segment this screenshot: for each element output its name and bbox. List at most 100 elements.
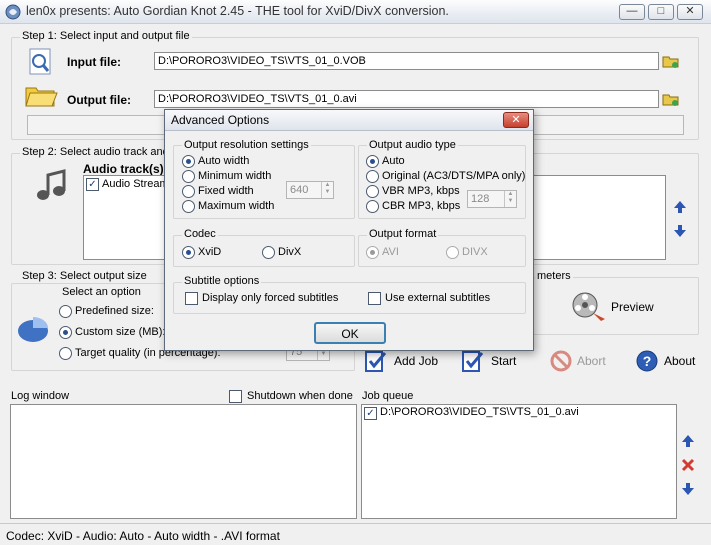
add-job-icon[interactable] bbox=[364, 349, 388, 373]
step1-label: Step 1: Select input and output file bbox=[20, 30, 192, 42]
app-icon bbox=[4, 3, 22, 21]
log-window-label: Log window bbox=[11, 390, 70, 402]
job-item-checkbox[interactable]: ✓ bbox=[364, 407, 377, 420]
dialog-title: Advanced Options bbox=[171, 113, 270, 127]
window-title: len0x presents: Auto Gordian Knot 2.45 -… bbox=[26, 4, 449, 18]
select-option-label: Select an option bbox=[62, 286, 141, 298]
status-text: Codec: XviD - Audio: Auto - Auto width -… bbox=[6, 529, 280, 543]
audio-tracks-list-right[interactable] bbox=[533, 175, 666, 260]
browse-output-folder-icon[interactable] bbox=[662, 90, 680, 108]
about-icon[interactable]: ? bbox=[635, 349, 659, 373]
audio-auto-radio[interactable] bbox=[366, 155, 379, 168]
preview-label[interactable]: Preview bbox=[611, 300, 654, 314]
output-folder-icon bbox=[24, 79, 58, 109]
spin-arrows-icon[interactable]: ▲▼ bbox=[321, 182, 333, 198]
input-file-icon bbox=[26, 47, 56, 77]
audio-vbr-label: VBR MP3, kbps bbox=[382, 185, 460, 197]
fixed-width-spin[interactable]: 640 ▲ ▼ bbox=[286, 181, 334, 199]
codec-divx-radio[interactable] bbox=[262, 246, 275, 259]
dialog-title-bar: Advanced Options ✕ bbox=[165, 110, 533, 131]
fixed-width-label: Fixed width bbox=[198, 185, 254, 197]
job-item[interactable]: D:\PORORO3\VIDEO_TS\VTS_01_0.avi bbox=[380, 406, 579, 418]
move-down-icon[interactable] bbox=[672, 223, 688, 239]
format-avi-radio[interactable] bbox=[366, 246, 379, 259]
cbr-kbps-value: 128 bbox=[471, 193, 490, 205]
output-format-label: Output format bbox=[367, 228, 439, 240]
abort-label[interactable]: Abort bbox=[577, 354, 606, 368]
shutdown-label: Shutdown when done bbox=[247, 390, 353, 402]
custom-size-radio[interactable] bbox=[59, 326, 72, 339]
audio-stream-label: Audio Stream bbox=[102, 178, 169, 190]
abort-icon[interactable] bbox=[549, 349, 573, 373]
format-avi-label: AVI bbox=[382, 246, 399, 258]
custom-size-label: Custom size (MB): bbox=[75, 326, 166, 338]
step4-label: meters bbox=[535, 270, 573, 282]
step3-label: Step 3: Select output size bbox=[20, 270, 149, 282]
status-bar: Codec: XviD - Audio: Auto - Auto width -… bbox=[0, 523, 711, 545]
shutdown-checkbox[interactable] bbox=[229, 390, 242, 403]
external-subtitles-label: Use external subtitles bbox=[385, 292, 491, 304]
job-queue-list[interactable] bbox=[361, 404, 677, 519]
add-job-label[interactable]: Add Job bbox=[394, 354, 438, 368]
audio-auto-label: Auto bbox=[382, 155, 405, 167]
film-reel-icon[interactable] bbox=[571, 289, 607, 323]
step2-label: Step 2: Select audio track and bbox=[20, 146, 171, 158]
codec-divx-label: DivX bbox=[278, 246, 302, 258]
format-divx-radio[interactable] bbox=[446, 246, 459, 259]
audio-stream-checkbox[interactable]: ✓ bbox=[86, 178, 99, 191]
forced-subtitles-checkbox[interactable] bbox=[185, 292, 198, 305]
audio-cbr-radio[interactable] bbox=[366, 200, 379, 213]
maximum-width-label: Maximum width bbox=[198, 200, 275, 212]
audio-type-label: Output audio type bbox=[367, 139, 458, 151]
ok-button[interactable]: OK bbox=[314, 322, 386, 344]
target-quality-radio[interactable] bbox=[59, 347, 72, 360]
cbr-kbps-spin[interactable]: 128 ▲ ▼ bbox=[467, 190, 517, 208]
job-queue-label: Job queue bbox=[362, 390, 414, 402]
codec-label: Codec bbox=[182, 228, 218, 240]
output-file-field[interactable]: D:\PORORO3\VIDEO_TS\VTS_01_0.avi bbox=[154, 90, 659, 108]
advanced-options-dialog: Advanced Options ✕ Output resolution set… bbox=[164, 109, 534, 351]
maximize-button[interactable]: □ bbox=[648, 4, 674, 20]
start-icon[interactable] bbox=[461, 349, 485, 373]
maximum-width-radio[interactable] bbox=[182, 200, 195, 213]
minimize-button[interactable]: — bbox=[619, 4, 645, 20]
input-file-field[interactable]: D:\PORORO3\VIDEO_TS\VTS_01_0.VOB bbox=[154, 52, 659, 70]
audio-original-radio[interactable] bbox=[366, 170, 379, 183]
queue-up-icon[interactable] bbox=[680, 433, 696, 449]
close-button[interactable]: ✕ bbox=[677, 4, 703, 20]
about-label[interactable]: About bbox=[664, 354, 695, 368]
subtitle-label: Subtitle options bbox=[182, 275, 262, 287]
svg-text:?: ? bbox=[643, 353, 652, 369]
auto-width-radio[interactable] bbox=[182, 155, 195, 168]
input-file-label: Input file: bbox=[67, 55, 121, 69]
audio-vbr-radio[interactable] bbox=[366, 185, 379, 198]
queue-delete-icon[interactable] bbox=[680, 457, 696, 473]
external-subtitles-checkbox[interactable] bbox=[368, 292, 381, 305]
forced-subtitles-label: Display only forced subtitles bbox=[202, 292, 339, 304]
output-file-label: Output file: bbox=[67, 93, 131, 107]
auto-width-label: Auto width bbox=[198, 155, 250, 167]
format-divx-label: DIVX bbox=[462, 246, 488, 258]
codec-xvid-label: XviD bbox=[198, 246, 222, 258]
codec-xvid-radio[interactable] bbox=[182, 246, 195, 259]
audio-cbr-label: CBR MP3, kbps bbox=[382, 200, 461, 212]
fixed-width-radio[interactable] bbox=[182, 185, 195, 198]
move-up-icon[interactable] bbox=[672, 199, 688, 215]
queue-down-icon[interactable] bbox=[680, 481, 696, 497]
music-note-icon bbox=[33, 169, 69, 203]
minimum-width-radio[interactable] bbox=[182, 170, 195, 183]
size-pie-icon bbox=[16, 311, 50, 345]
log-window[interactable] bbox=[10, 404, 357, 519]
predefined-size-radio[interactable] bbox=[59, 305, 72, 318]
minimum-width-label: Minimum width bbox=[198, 170, 272, 182]
spin-arrows-icon[interactable]: ▲▼ bbox=[504, 191, 516, 207]
title-bar: len0x presents: Auto Gordian Knot 2.45 -… bbox=[0, 0, 711, 24]
fixed-width-value: 640 bbox=[290, 184, 309, 196]
audio-tracks-label: Audio track(s) bbox=[83, 162, 164, 176]
resolution-label: Output resolution settings bbox=[182, 139, 311, 151]
predefined-size-label: Predefined size: bbox=[75, 305, 154, 317]
audio-original-label: Original (AC3/DTS/MPA only) bbox=[382, 170, 526, 182]
start-label[interactable]: Start bbox=[491, 354, 516, 368]
dialog-close-button[interactable]: ✕ bbox=[503, 112, 529, 128]
browse-input-folder-icon[interactable] bbox=[662, 52, 680, 70]
